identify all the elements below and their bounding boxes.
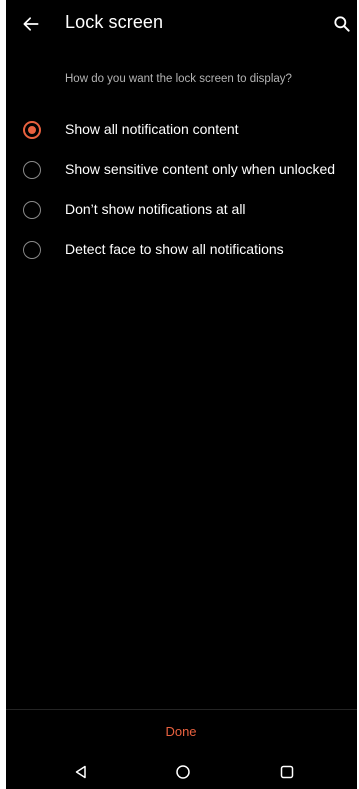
option-label: Don’t show notifications at all [65, 201, 246, 217]
lock-screen-prompt: How do you want the lock screen to displ… [65, 73, 292, 85]
option-label: Show all notification content [65, 121, 239, 137]
arrow-left-icon [23, 17, 39, 31]
radio-button-checked[interactable] [23, 121, 41, 139]
radio-button[interactable] [23, 161, 41, 179]
option-sensitive-when-unlocked[interactable]: Show sensitive content only when unlocke… [6, 150, 357, 190]
system-nav-bar [6, 755, 357, 789]
option-detect-face[interactable]: Detect face to show all notifications [6, 230, 357, 270]
done-button[interactable]: Done [136, 718, 226, 744]
nav-back-button[interactable] [70, 761, 92, 783]
triangle-back-icon [75, 765, 86, 779]
page-title: Lock screen [65, 12, 164, 32]
search-icon [334, 16, 350, 32]
square-recents-icon [280, 765, 294, 779]
radio-button[interactable] [23, 201, 41, 219]
notification-options: Show all notification content Show sensi… [6, 110, 357, 270]
nav-home-button[interactable] [172, 761, 194, 783]
option-dont-show-notifications[interactable]: Don’t show notifications at all [6, 190, 357, 230]
nav-recents-button[interactable] [276, 761, 298, 783]
search-button[interactable] [330, 12, 354, 36]
app-bar: Lock screen [6, 0, 357, 48]
option-show-all-content[interactable]: Show all notification content [6, 110, 357, 150]
circle-home-icon [176, 765, 190, 779]
radio-button[interactable] [23, 241, 41, 259]
footer-divider [6, 709, 357, 710]
lock-screen-settings: Lock screen How do you want the lock scr… [6, 0, 357, 789]
option-label: Detect face to show all notifications [65, 241, 284, 257]
option-label: Show sensitive content only when unlocke… [65, 161, 336, 177]
back-button[interactable] [19, 12, 43, 36]
